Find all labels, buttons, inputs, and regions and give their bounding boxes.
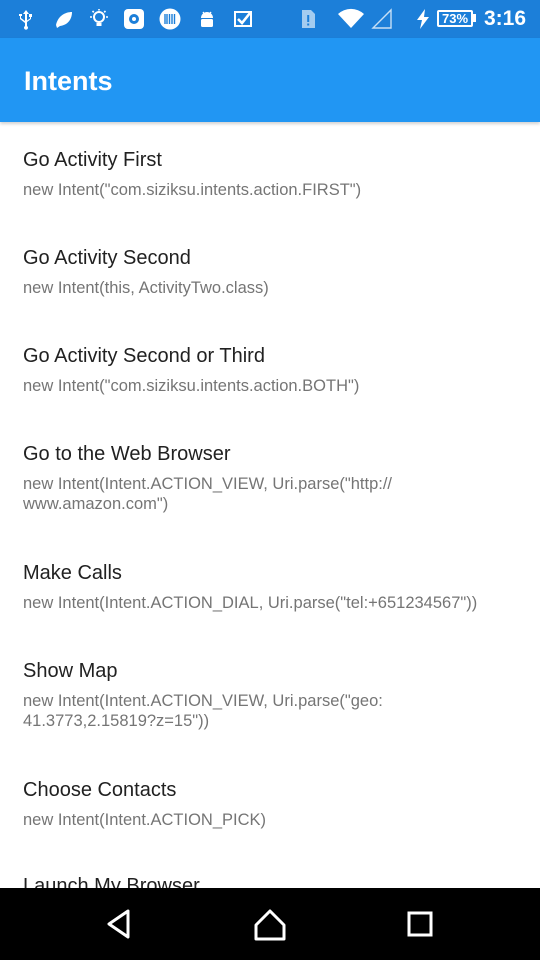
intent-list[interactable]: Go Activity First new Intent("com.siziks…: [0, 122, 540, 888]
list-item-title: Show Map: [23, 660, 118, 682]
list-item-title: Choose Contacts: [23, 779, 177, 801]
list-item-go-activity-first[interactable]: Go Activity First new Intent("com.siziks…: [0, 148, 540, 228]
list-item-title: Go to the Web Browser: [23, 443, 231, 465]
status-clock: 3:16: [484, 7, 527, 30]
usb-icon: [15, 8, 37, 30]
battery-indicator: 73%: [437, 10, 473, 27]
check-badge-icon: [232, 8, 254, 30]
list-item-title: Launch My Browser: [23, 875, 200, 888]
leaf-icon: [53, 8, 75, 30]
list-item-go-to-web-browser[interactable]: Go to the Web Browser new Intent(Intent.…: [0, 442, 540, 542]
android-icon: [196, 8, 218, 30]
list-item-subtitle: new Intent(Intent.ACTION_VIEW, Uri.parse…: [23, 475, 392, 513]
list-item-title: Make Calls: [23, 562, 122, 584]
list-item-subtitle: new Intent(Intent.ACTION_DIAL, Uri.parse…: [23, 594, 478, 612]
list-item-title: Go Activity First: [23, 149, 162, 171]
cell-signal-icon: [371, 8, 393, 30]
status-bar: 73% 3:16: [0, 0, 540, 38]
page-title: Intents: [24, 66, 113, 96]
list-item-choose-contacts[interactable]: Choose Contacts new Intent(Intent.ACTION…: [0, 778, 540, 858]
bulb-icon: [88, 8, 110, 30]
app-bar: Intents: [0, 38, 540, 122]
list-item-subtitle: new Intent(this, ActivityTwo.class): [23, 279, 269, 297]
list-item-show-map[interactable]: Show Map new Intent(Intent.ACTION_VIEW, …: [0, 659, 540, 759]
list-item-subtitle: new Intent("com.siziksu.intents.action.F…: [23, 181, 362, 199]
charging-icon: [414, 8, 432, 30]
list-item-title: Go Activity Second: [23, 247, 191, 269]
list-item-go-activity-second-or-third[interactable]: Go Activity Second or Third new Intent("…: [0, 344, 540, 424]
list-item-go-activity-second[interactable]: Go Activity Second new Intent(this, Acti…: [0, 246, 540, 326]
battery-cap: [473, 14, 476, 22]
photo-app-icon: [123, 8, 145, 30]
navigation-bar: [0, 888, 540, 960]
barcode-icon: [159, 8, 181, 30]
sim-alert-icon: [297, 8, 319, 30]
list-item-subtitle: new Intent(Intent.ACTION_PICK): [23, 811, 267, 829]
home-icon[interactable]: [252, 906, 288, 942]
list-item-subtitle: new Intent(Intent.ACTION_VIEW, Uri.parse…: [23, 692, 383, 730]
list-item-launch-my-browser[interactable]: Launch My Browser: [0, 874, 540, 888]
back-icon[interactable]: [102, 906, 138, 942]
list-item-make-calls[interactable]: Make Calls new Intent(Intent.ACTION_DIAL…: [0, 561, 540, 641]
recents-icon[interactable]: [402, 906, 438, 942]
list-item-subtitle: new Intent("com.siziksu.intents.action.B…: [23, 377, 360, 395]
wifi-icon: [337, 8, 365, 30]
list-item-title: Go Activity Second or Third: [23, 345, 265, 367]
